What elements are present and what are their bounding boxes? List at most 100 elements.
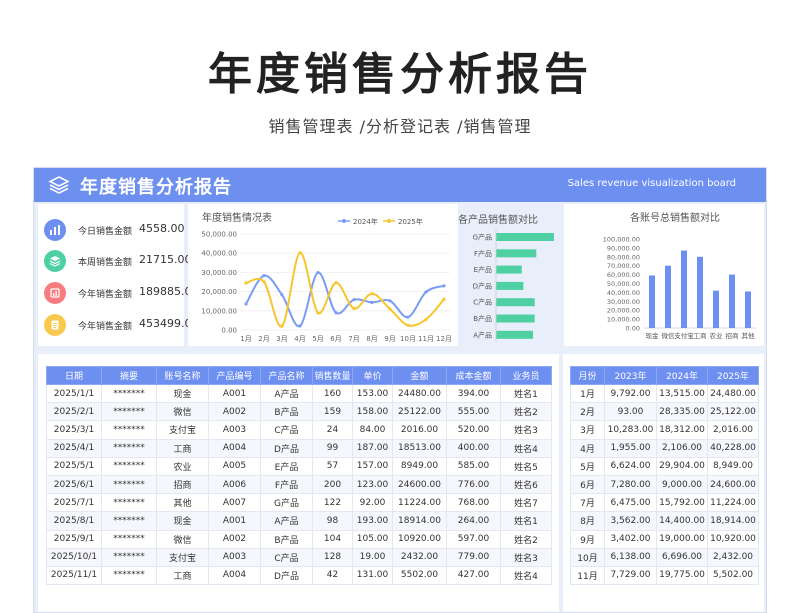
trend-point bbox=[316, 270, 320, 275]
detail-table-cell: 555.00 bbox=[446, 402, 501, 422]
monthly-table-cell: 25,122.00 bbox=[707, 402, 759, 422]
trend-x-tick: 1月 bbox=[240, 335, 251, 343]
monthly-table-cell: 18,312.00 bbox=[656, 420, 708, 440]
trend-x-tick: 9月 bbox=[384, 335, 395, 343]
detail-table-cell: 92.00 bbox=[352, 493, 393, 513]
detail-table-cell: 200 bbox=[312, 474, 353, 495]
detail-table-cell: 姓名1 bbox=[500, 383, 552, 404]
detail-table-cell: D产品 bbox=[260, 565, 313, 586]
board-title: 年度销售分析报告 bbox=[80, 177, 232, 198]
detail-table-cell: A006 bbox=[208, 474, 261, 495]
legend-2025-dot bbox=[387, 219, 391, 223]
monthly-table-row: 5月 6,624.00 29,904.00 8,949.00 bbox=[570, 456, 759, 476]
product-bar-chart: G产品 F产品 E产品 D产品 C产品 B产品 A产品 bbox=[473, 230, 554, 343]
monthly-table-cell: 2,106.00 bbox=[656, 438, 708, 458]
trend-x-tick: 3月 bbox=[276, 335, 287, 343]
kpi-week: 本周销售金额 21715.00 bbox=[44, 250, 192, 274]
monthly-table-cell: 7,729.00 bbox=[604, 565, 657, 586]
account-y-tick: 90,000.00 bbox=[607, 244, 640, 252]
trend-point bbox=[370, 300, 374, 304]
product-label: E产品 bbox=[474, 265, 492, 274]
trend-point bbox=[388, 299, 392, 303]
account-chart-panel: 各账号总销售额对比 0.00 10,000.00 20,000.00 30,000.0… bbox=[564, 204, 764, 346]
detail-table-header-cell: 金额 bbox=[392, 366, 447, 385]
account-y-tick: 40,000.00 bbox=[607, 289, 640, 297]
detail-table-cell: 2025/11/1 bbox=[46, 565, 102, 586]
detail-table-row: 2025/1/1 ******* 现金 A001 A产品 160 153.00 24480.0… bbox=[46, 383, 552, 404]
detail-table-cell: ******* bbox=[101, 547, 157, 567]
detail-table-cell: 现金 bbox=[156, 383, 209, 404]
trend-point bbox=[244, 302, 248, 306]
detail-table-cell: A003 bbox=[208, 547, 261, 567]
detail-table-header-cell: 成本金额 bbox=[446, 366, 501, 385]
trend-y-tick: 10,000.00 bbox=[201, 307, 237, 315]
detail-table-row: 2025/8/1 ******* 现金 A001 A产品 98 193.00 18914.00… bbox=[46, 511, 552, 531]
trend-point bbox=[280, 293, 284, 297]
account-y-tick: 80,000.00 bbox=[607, 253, 640, 261]
monthly-table-cell: 29,904.00 bbox=[656, 456, 708, 476]
detail-table-cell: 24 bbox=[312, 420, 353, 440]
account-x-tick: 微信 bbox=[662, 331, 676, 340]
detail-table-cell: 24600.00 bbox=[392, 474, 447, 495]
detail-table-cell: E产品 bbox=[260, 456, 313, 476]
detail-table-cell: 158.00 bbox=[352, 402, 393, 422]
monthly-table-cell: 3月 bbox=[570, 420, 605, 440]
trend-point bbox=[298, 324, 302, 328]
legend-2025-label: 2025年 bbox=[398, 217, 423, 226]
detail-table-row: 2025/4/1 ******* 工商 A004 D产品 99 187.00 18513.00… bbox=[46, 438, 552, 458]
detail-table-cell: 2025/6/1 bbox=[46, 474, 102, 495]
account-y-tick: 0.00 bbox=[626, 325, 640, 333]
layers-icon bbox=[48, 176, 70, 194]
product-label: F产品 bbox=[474, 249, 492, 258]
product-bar bbox=[496, 330, 534, 339]
product-bar bbox=[496, 298, 535, 307]
monthly-table-cell: 2,016.00 bbox=[707, 420, 759, 440]
detail-table-cell: 131.00 bbox=[352, 565, 393, 586]
monthly-table-cell: 1,955.00 bbox=[604, 438, 657, 458]
account-bar bbox=[681, 250, 687, 328]
monthly-table-header-cell: 2023年 bbox=[604, 366, 657, 385]
detail-table-cell: F产品 bbox=[260, 474, 313, 495]
detail-table-cell: 5502.00 bbox=[392, 565, 447, 586]
monthly-table-row: 11月 7,729.00 19,775.00 5,502.00 bbox=[570, 565, 759, 586]
detail-table-cell: 微信 bbox=[156, 529, 209, 549]
account-x-tick: 招商 bbox=[726, 331, 740, 340]
monthly-table-cell: 19,000.00 bbox=[656, 529, 708, 549]
detail-table-cell: A004 bbox=[208, 565, 261, 586]
detail-table-cell: 姓名7 bbox=[500, 493, 552, 513]
monthly-table-cell: 11月 bbox=[570, 565, 605, 586]
detail-table-cell: A007 bbox=[208, 493, 261, 513]
monthly-table-cell: 6,624.00 bbox=[604, 456, 657, 476]
detail-table-cell: 84.00 bbox=[352, 420, 393, 440]
trend-y-tick: 20,000.00 bbox=[201, 288, 237, 296]
detail-table-cell: 99 bbox=[312, 438, 353, 458]
detail-table-cell: 187.00 bbox=[352, 438, 393, 458]
detail-table-cell: 姓名5 bbox=[500, 456, 552, 476]
detail-table-cell: 128 bbox=[312, 547, 353, 567]
detail-table-header-cell: 业务员 bbox=[500, 366, 552, 385]
monthly-table-cell: 4月 bbox=[570, 438, 605, 458]
monthly-table-cell: 6,696.00 bbox=[656, 547, 708, 567]
account-x-tick: 工商 bbox=[694, 331, 708, 340]
detail-table-cell: 42 bbox=[312, 565, 353, 586]
product-chart-panel: 各产品销售额对比 G产品 F产品 E产品 D产品 C产品 B产品 A产品 bbox=[432, 204, 560, 346]
trend-x-tick: 5月 bbox=[312, 335, 323, 343]
detail-table-cell: B产品 bbox=[260, 529, 313, 549]
detail-table-cell: 2025/4/1 bbox=[46, 438, 102, 458]
detail-table-cell: 597.00 bbox=[446, 529, 501, 549]
detail-table-header-cell: 产品名称 bbox=[260, 366, 313, 385]
detail-table-cell: 姓名4 bbox=[500, 438, 552, 458]
trend-point bbox=[352, 298, 356, 302]
detail-table-cell: 98 bbox=[312, 511, 353, 531]
detail-table-cell: A005 bbox=[208, 456, 261, 476]
detail-table-cell: A004 bbox=[208, 438, 261, 458]
detail-table-cell: 394.00 bbox=[446, 383, 501, 404]
account-bar-chart: 0.0010,000.0020,000.0030,000.0040,000.00… bbox=[603, 236, 756, 340]
detail-table-cell: 工商 bbox=[156, 565, 209, 586]
detail-table-cell: 支付宝 bbox=[156, 547, 209, 567]
dashboard-board: 年度销售分析报告 Sales revenue visualization boa… bbox=[33, 167, 767, 613]
product-bar bbox=[496, 233, 554, 241]
detail-table-cell: ******* bbox=[101, 420, 157, 440]
account-bar bbox=[697, 256, 703, 328]
kpi-label: 今年销售金额 bbox=[78, 290, 133, 300]
